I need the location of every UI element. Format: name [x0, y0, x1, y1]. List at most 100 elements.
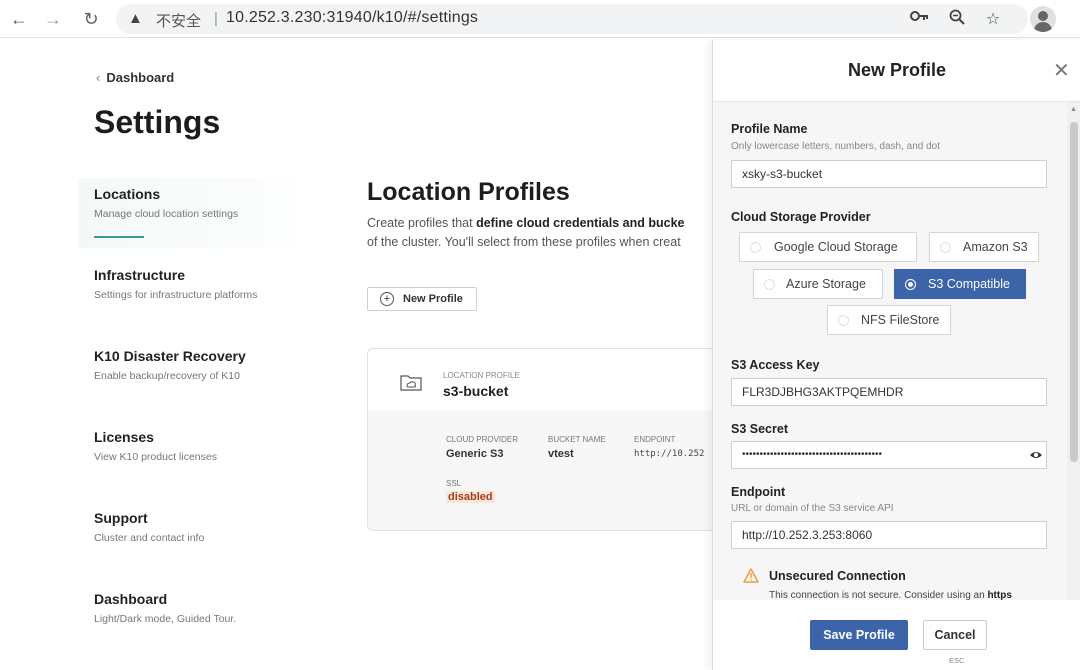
address-separator: | [214, 10, 218, 27]
radio-icon [940, 242, 951, 253]
profile-name-help: Only lowercase letters, numbers, dash, a… [731, 141, 940, 152]
sidebar-item-title: Licenses [94, 429, 154, 445]
desc-text-line2: of the cluster. You'll select from these… [367, 235, 681, 249]
endpoint-label: ENDPOINT [634, 435, 676, 444]
sidebar-item-subtitle: Settings for infrastructure platforms [94, 289, 258, 301]
endpoint-input[interactable] [731, 521, 1047, 549]
provider-option-azure[interactable]: Azure Storage [753, 269, 883, 299]
endpoint-value: http://10.252 [634, 449, 705, 459]
sidebar-item-dashboard[interactable]: Dashboard Light/Dark mode, Guided Tour. [78, 583, 306, 653]
panel-footer: Save Profile Cancel ESC [713, 600, 1080, 670]
radio-icon [750, 242, 761, 253]
warning-text-part: This connection is not secure. Consider … [769, 590, 988, 600]
breadcrumb-back-dashboard[interactable]: ‹ Dashboard [96, 70, 174, 85]
panel-header: New Profile ✕ [713, 40, 1080, 102]
sidebar-item-subtitle: Cluster and contact info [94, 532, 205, 544]
scroll-thumb[interactable] [1070, 122, 1078, 462]
insecure-warning-icon[interactable]: ▲ [128, 10, 143, 27]
esc-shortcut-hint: ESC [949, 656, 965, 665]
section-title: Location Profiles [367, 178, 570, 206]
new-profile-label: New Profile [403, 293, 463, 305]
provider-option-s3-compatible[interactable]: S3 Compatible [894, 269, 1026, 299]
provider-option-label: Azure Storage [786, 277, 866, 291]
reload-icon[interactable]: ↻ [78, 6, 104, 32]
warning-text: This connection is not secure. Consider … [769, 590, 1012, 600]
warning-title: Unsecured Connection [769, 569, 906, 583]
sidebar-item-title: K10 Disaster Recovery [94, 348, 246, 364]
profile-avatar-icon[interactable] [1030, 6, 1056, 32]
secret-masked-value: •••••••••••••••••••••••••••••••••••••••• [742, 449, 883, 460]
access-key-input[interactable] [731, 378, 1047, 406]
desc-text: Create profiles that [367, 216, 477, 230]
back-link-label[interactable]: Dashboard [106, 70, 174, 85]
sidebar-item-title: Locations [94, 186, 161, 202]
card-details [368, 411, 726, 530]
endpoint-help: URL or domain of the S3 service API [731, 503, 894, 514]
provider-option-google[interactable]: Google Cloud Storage [739, 232, 917, 262]
folder-cloud-icon [400, 375, 422, 391]
forward-arrow-icon[interactable]: → [40, 6, 66, 32]
panel-scrollbar[interactable]: ▲ [1067, 102, 1080, 600]
sidebar-item-title: Dashboard [94, 591, 168, 607]
provider-option-label: Amazon S3 [963, 240, 1028, 254]
sidebar-item-support[interactable]: Support Cluster and contact info [78, 502, 306, 572]
panel-title: New Profile [847, 60, 947, 80]
ssl-status-badge: disabled [446, 491, 495, 503]
radio-icon [764, 279, 775, 290]
zoom-icon[interactable] [946, 9, 968, 30]
bucket-name-label: BUCKET NAME [548, 435, 606, 444]
warning-text-bold: https [987, 590, 1012, 600]
sidebar-item-infrastructure[interactable]: Infrastructure Settings for infrastructu… [78, 259, 306, 329]
new-profile-panel: New Profile ✕ Profile Name Only lowercas… [712, 40, 1080, 670]
profile-name-input[interactable] [731, 160, 1047, 188]
show-password-eye-icon[interactable] [1029, 448, 1043, 462]
sidebar-item-licenses[interactable]: Licenses View K10 product licenses [78, 421, 306, 491]
ssl-label: SSL [446, 479, 462, 488]
section-description: Create profiles that define cloud creden… [367, 214, 712, 254]
back-arrow-icon[interactable]: ← [6, 6, 32, 32]
sidebar-item-subtitle: Light/Dark mode, Guided Tour. [94, 613, 237, 625]
cloud-provider-value: Generic S3 [446, 448, 504, 460]
access-key-label: S3 Access Key [731, 358, 820, 372]
sidebar-item-subtitle: View K10 product licenses [94, 451, 217, 463]
sidebar-item-subtitle: Manage cloud location settings [94, 208, 239, 220]
card-profile-name[interactable]: s3-bucket [443, 383, 508, 399]
chevron-left-icon: ‹ [96, 70, 101, 85]
address-bar[interactable]: ▲ 不安全 | 10.252.3.230:31940/k10/#/setting… [116, 4, 1028, 34]
scroll-up-icon[interactable]: ▲ [1070, 106, 1077, 113]
new-profile-button[interactable]: + New Profile [367, 287, 477, 311]
radio-icon [838, 315, 849, 326]
active-indicator [94, 236, 144, 238]
sidebar-item-subtitle: Enable backup/recovery of K10 [94, 370, 240, 382]
location-profile-card[interactable]: LOCATION PROFILE s3-bucket CLOUD PROVIDE… [367, 348, 727, 531]
provider-option-label: NFS FileStore [861, 313, 940, 327]
url-text[interactable]: 10.252.3.230:31940/k10/#/settings [226, 9, 478, 27]
plus-circle-icon: + [380, 292, 394, 306]
warning-icon [743, 568, 759, 583]
provider-option-label: S3 Compatible [928, 277, 1010, 291]
secret-input[interactable]: •••••••••••••••••••••••••••••••••••••••• [731, 441, 1047, 469]
provider-option-nfs[interactable]: NFS FileStore [827, 305, 951, 335]
cancel-button[interactable]: Cancel [923, 620, 987, 650]
desc-bold-text: define cloud credentials and bucke [476, 216, 685, 230]
key-icon[interactable] [908, 9, 930, 28]
card-type-label: LOCATION PROFILE [443, 371, 520, 380]
sidebar-item-disaster-recovery[interactable]: K10 Disaster Recovery Enable backup/reco… [78, 340, 306, 410]
cloud-provider-label: CLOUD PROVIDER [446, 435, 519, 444]
bookmark-star-icon[interactable]: ☆ [982, 9, 1004, 29]
provider-option-label: Google Cloud Storage [774, 240, 898, 254]
bucket-name-value: vtest [548, 448, 574, 460]
insecure-label[interactable]: 不安全 [156, 10, 201, 31]
profile-name-label: Profile Name [731, 122, 808, 136]
save-profile-button[interactable]: Save Profile [810, 620, 908, 650]
provider-option-amazon[interactable]: Amazon S3 [929, 232, 1039, 262]
sidebar-item-title: Support [94, 510, 148, 526]
close-icon[interactable]: ✕ [1053, 58, 1070, 83]
cloud-provider-label: Cloud Storage Provider [731, 210, 871, 224]
page-title: Settings [94, 104, 221, 140]
sidebar-item-title: Infrastructure [94, 267, 186, 283]
panel-form: Profile Name Only lowercase letters, num… [713, 102, 1067, 600]
sidebar-item-locations[interactable]: Locations Manage cloud location settings [78, 178, 306, 248]
browser-toolbar: ← → ↻ ▲ 不安全 | 10.252.3.230:31940/k10/#/s… [0, 0, 1080, 38]
radio-selected-icon [905, 279, 916, 290]
